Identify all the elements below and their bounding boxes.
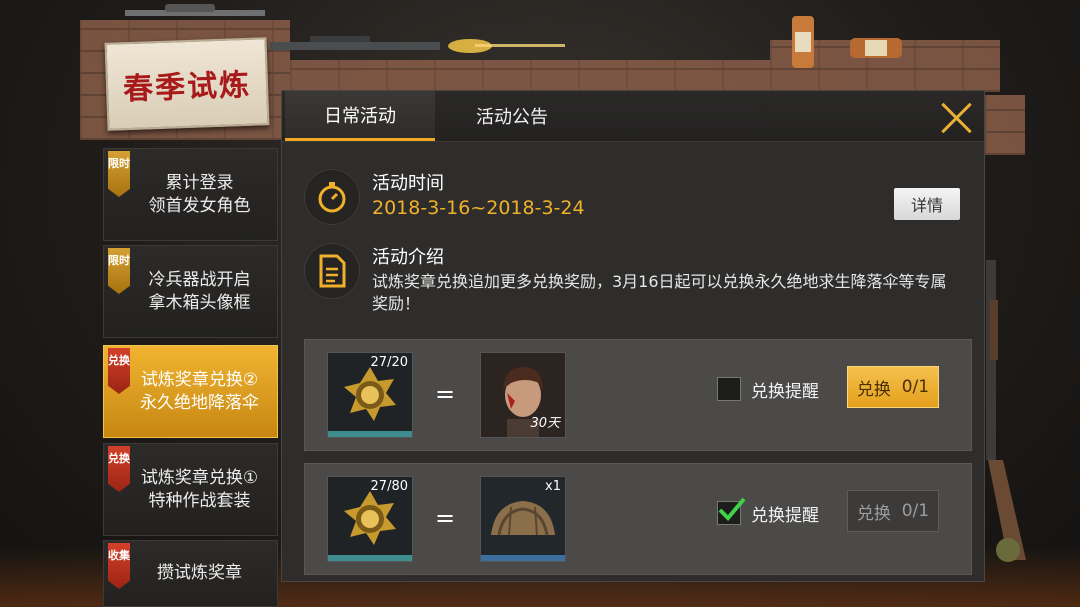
slot-rarity-bar [328,555,412,561]
exchange-button[interactable]: 兑换 0/1 [847,366,939,408]
activity-intro-desc: 试炼奖章兑换追加更多兑换奖励，3月16日起可以兑换永久绝地求生降落伞等专属奖励！ [372,272,947,313]
checkmark-icon [718,497,746,521]
nav-item-label: 试炼奖章兑换① 特种作战套装 [140,467,259,511]
nav-tag: 兑换 [108,446,130,492]
slot-rarity-bar [328,431,412,437]
nav-tag: 兑换 [108,348,130,394]
nav-item-medal-exchange-1[interactable]: 兑换 试炼奖章兑换① 特种作战套装 [103,443,278,536]
stopwatch-icon [304,169,360,225]
slot-rarity-bar [481,555,565,561]
nav-item-label: 攒试炼奖章 [157,563,242,583]
nav-tag: 限时 [108,248,130,294]
bottle-decoration [792,16,902,68]
tab-daily-activity[interactable]: 日常活动 [285,91,435,141]
exchange-button[interactable]: 兑换 0/1 [847,490,939,532]
activity-panel: 日常活动 活动公告 活动时间 2018-3-16~2018-3-24 详情 活动… [281,90,985,582]
sniper-scope-decoration [125,4,265,16]
exchange-reminder-checkbox[interactable] [717,377,741,401]
tab-activity-notice[interactable]: 活动公告 [447,91,577,141]
exchange-row: 27/80 = x1 兑换提醒 兑换 0/1 [304,463,972,575]
tab-bar: 日常活动 活动公告 [282,91,984,142]
reward-slot[interactable]: x1 [480,476,566,562]
nav-item-label: 冷兵器战开启 拿木箱头像框 [148,269,251,313]
nav-item-login-reward[interactable]: 限时 累计登录 领首发女角色 [103,148,278,241]
equals-sign: = [435,504,456,532]
rifle-decoration [270,36,565,53]
equals-sign: = [435,380,456,408]
event-logo-text: 春季试炼 [122,67,252,108]
nav-item-collect-medals[interactable]: 收集 攒试炼奖章 [103,540,278,607]
medal-slot: 27/20 [327,352,413,438]
details-button[interactable]: 详情 [894,188,960,220]
event-logo: 春季试炼 [104,37,270,131]
medal-count: 27/20 [370,355,408,370]
close-icon[interactable] [940,101,974,135]
activity-time-title: 活动时间 [372,173,444,194]
exchange-limit: 0/1 [901,501,930,521]
reward-duration: 30天 [530,416,560,431]
activity-intro-title: 活动介绍 [372,247,444,268]
activity-time-value: 2018-3-16~2018-3-24 [372,197,585,219]
brick-wall-right-side [985,95,1025,155]
exchange-reminder-checkbox[interactable] [717,497,746,525]
nav-tag: 收集 [108,543,130,589]
exchange-row: 27/20 = 30天 兑换提醒 兑换 0/1 [304,339,972,451]
nav-item-label: 累计登录 领首发女角色 [148,172,251,216]
exchange-limit: 0/1 [901,377,930,397]
exchange-reminder-label: 兑换提醒 [751,382,819,402]
medal-slot: 27/80 [327,476,413,562]
shotgun-decoration [986,260,1026,562]
nav-item-melee-event[interactable]: 限时 冷兵器战开启 拿木箱头像框 [103,245,278,338]
reward-slot[interactable]: 30天 [480,352,566,438]
exchange-button-label: 兑换 [856,503,891,524]
exchange-reminder-label: 兑换提醒 [751,506,819,526]
nav-tag: 限时 [108,151,130,197]
medal-count: 27/80 [370,479,408,494]
document-icon [304,243,360,299]
nav-item-medal-exchange-2[interactable]: 兑换 试炼奖章兑换② 永久绝地降落伞 [103,345,278,438]
reward-quantity: x1 [545,479,561,494]
exchange-button-label: 兑换 [856,379,891,400]
nav-item-label: 试炼奖章兑换② 永久绝地降落伞 [140,369,259,413]
